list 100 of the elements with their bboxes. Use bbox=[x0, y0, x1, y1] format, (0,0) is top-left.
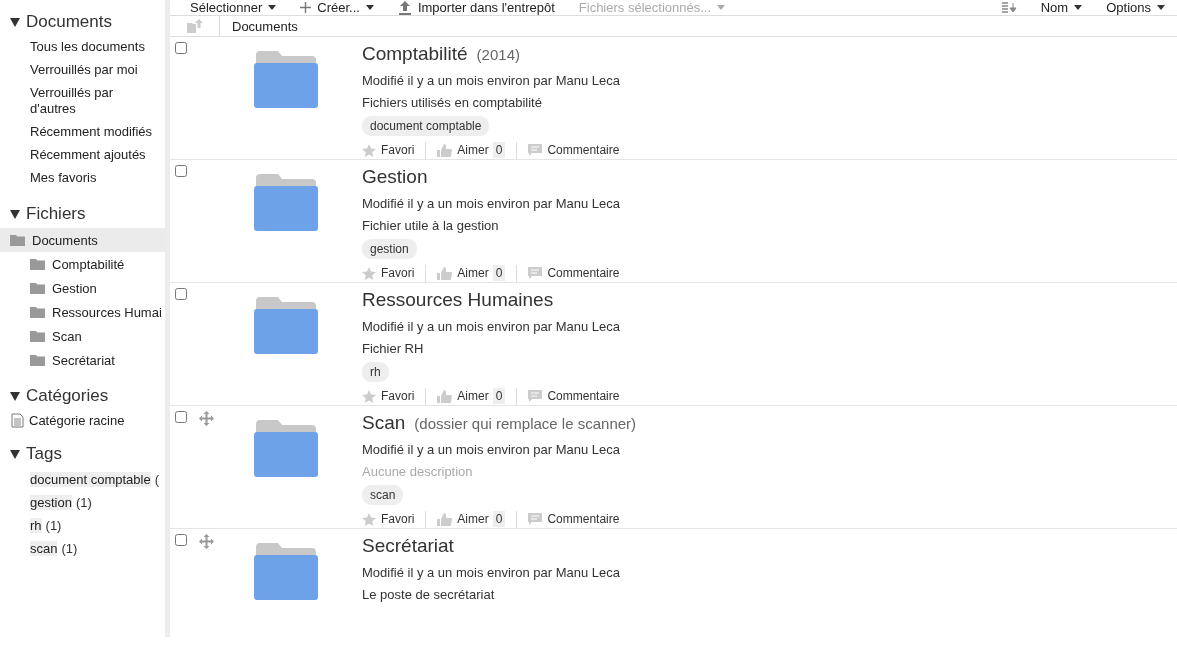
toggle-icon[interactable] bbox=[10, 449, 20, 459]
breadcrumb-text: Documents bbox=[232, 18, 298, 34]
thumbs-up-icon bbox=[437, 389, 453, 403]
nav-link[interactable]: Tous les documents bbox=[0, 36, 165, 59]
folder-title[interactable]: Comptabilité bbox=[362, 43, 468, 65]
comment-link[interactable]: Commentaire bbox=[528, 512, 620, 526]
tag-chip[interactable]: gestion bbox=[362, 239, 417, 259]
description-text: Fichier RH bbox=[362, 341, 424, 357]
modified-text: Modifié il y a un mois environ par Manu Leca bbox=[362, 73, 620, 89]
folder-title[interactable]: Ressources Humaines bbox=[362, 289, 554, 311]
favorite-link[interactable]: Favori bbox=[362, 266, 415, 280]
like-count: 0 bbox=[492, 511, 506, 527]
row-checkbox[interactable] bbox=[175, 288, 187, 300]
comment-link[interactable]: Commentaire bbox=[528, 143, 620, 157]
comment-icon bbox=[528, 513, 543, 525]
folder-subtitle: (2014) bbox=[476, 46, 520, 63]
section-title: Documents bbox=[26, 12, 112, 32]
thumbs-up-icon bbox=[437, 512, 453, 526]
folder-title[interactable]: Scan bbox=[362, 412, 406, 434]
folder-icon bbox=[254, 297, 318, 354]
thumbs-up-icon bbox=[437, 143, 453, 157]
tree-item[interactable]: Secrétariat bbox=[0, 348, 165, 372]
toggle-icon[interactable] bbox=[10, 17, 20, 27]
favorite-link[interactable]: Favori bbox=[362, 512, 415, 526]
modified-text: Modifié il y a un mois environ par Manu Leca bbox=[362, 565, 620, 581]
comment-icon bbox=[528, 267, 543, 279]
like-count: 0 bbox=[492, 388, 506, 404]
nav-link[interactable]: Mes favoris bbox=[0, 167, 165, 190]
toggle-icon[interactable] bbox=[10, 391, 20, 401]
modified-text: Modifié il y a un mois environ par Manu Leca bbox=[362, 442, 620, 458]
caret-icon bbox=[268, 5, 277, 10]
star-icon bbox=[362, 389, 376, 403]
tree-item[interactable]: Gestion bbox=[0, 276, 165, 300]
folder-icon bbox=[254, 420, 318, 477]
tag-count: (1) bbox=[45, 518, 62, 533]
tag-link[interactable]: gestion bbox=[30, 495, 72, 510]
category-link[interactable]: Catégorie racine bbox=[29, 412, 125, 428]
tag-link[interactable]: document comptable bbox=[30, 472, 151, 487]
tree-item[interactable]: Scan bbox=[0, 324, 165, 348]
favorite-link[interactable]: Favori bbox=[362, 389, 415, 403]
tag-chip[interactable]: document comptable bbox=[362, 116, 490, 136]
like-link[interactable]: Aimer bbox=[437, 266, 489, 280]
modified-text: Modifié il y a un mois environ par Manu Leca bbox=[362, 196, 620, 212]
caret-icon bbox=[717, 5, 726, 10]
tag-count: (1) bbox=[61, 541, 78, 556]
folder-icon bbox=[254, 543, 318, 600]
tree-item[interactable]: Documents bbox=[0, 228, 165, 252]
tag-count: (1) bbox=[75, 495, 92, 510]
description-text: Le poste de secrétariat bbox=[362, 587, 495, 603]
caret-icon bbox=[365, 5, 374, 10]
folder-title[interactable]: Gestion bbox=[362, 166, 428, 188]
move-icon[interactable] bbox=[199, 534, 214, 549]
like-link[interactable]: Aimer bbox=[437, 512, 489, 526]
folder-icon bbox=[30, 282, 45, 294]
plus-icon bbox=[300, 2, 312, 13]
tag-link[interactable]: rh bbox=[30, 518, 42, 533]
toggle-icon[interactable] bbox=[10, 209, 20, 219]
modified-text: Modifié il y a un mois environ par Manu Leca bbox=[362, 319, 620, 335]
folder-subtitle: (dossier qui remplace le scanner) bbox=[414, 415, 637, 432]
create-menu[interactable]: Créer... bbox=[300, 0, 374, 15]
comment-icon bbox=[528, 144, 543, 156]
like-count: 0 bbox=[492, 142, 506, 158]
folder-icon bbox=[30, 306, 45, 318]
row-checkbox[interactable] bbox=[175, 411, 187, 423]
tag-count: ( bbox=[154, 472, 160, 487]
comment-link[interactable]: Commentaire bbox=[528, 266, 620, 280]
sort-menu[interactable]: Nom bbox=[1040, 0, 1083, 15]
nav-link[interactable]: Récemment ajoutés bbox=[0, 144, 165, 167]
section-title: Catégories bbox=[26, 386, 109, 406]
row-checkbox[interactable] bbox=[175, 165, 187, 177]
tag-link[interactable]: scan bbox=[30, 541, 58, 556]
move-icon[interactable] bbox=[199, 411, 214, 426]
upload-button[interactable]: Importer dans l'entrepôt bbox=[397, 0, 555, 15]
folder-icon bbox=[254, 174, 318, 231]
tree-item[interactable]: Ressources Humai bbox=[0, 300, 165, 324]
like-link[interactable]: Aimer bbox=[437, 143, 489, 157]
nav-link[interactable]: Récemment modifiés bbox=[0, 121, 165, 144]
nav-link[interactable]: Verrouillés par d'autres bbox=[0, 82, 165, 121]
row-checkbox[interactable] bbox=[175, 42, 187, 54]
sort-icon[interactable] bbox=[1001, 1, 1017, 14]
comment-link[interactable]: Commentaire bbox=[528, 389, 620, 403]
caret-icon bbox=[1074, 5, 1083, 10]
tree-item[interactable]: Comptabilité bbox=[0, 252, 165, 276]
row-checkbox[interactable] bbox=[175, 534, 187, 546]
favorite-link[interactable]: Favori bbox=[362, 143, 415, 157]
nav-link[interactable]: Verrouillés par moi bbox=[0, 59, 165, 82]
description-text: Fichier utile à la gestion bbox=[362, 218, 499, 234]
like-link[interactable]: Aimer bbox=[437, 389, 489, 403]
folder-icon bbox=[30, 258, 45, 270]
tag-chip[interactable]: rh bbox=[362, 362, 389, 382]
star-icon bbox=[362, 266, 376, 280]
folder-title[interactable]: Secrétariat bbox=[362, 535, 454, 557]
star-icon bbox=[362, 143, 376, 157]
comment-icon bbox=[528, 390, 543, 402]
folder-icon bbox=[10, 234, 25, 246]
select-menu[interactable]: Sélectionner bbox=[190, 0, 277, 15]
options-menu[interactable]: Options bbox=[1106, 0, 1165, 15]
like-count: 0 bbox=[492, 265, 506, 281]
thumbs-up-icon bbox=[437, 266, 453, 280]
tag-chip[interactable]: scan bbox=[362, 485, 404, 505]
